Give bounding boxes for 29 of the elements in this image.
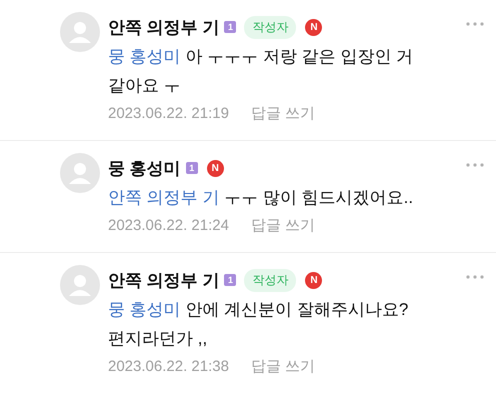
mention-link[interactable]: 안쪽 의정부 기 bbox=[108, 188, 220, 207]
level-badge: 1 bbox=[224, 21, 236, 33]
level-badge: 1 bbox=[186, 162, 198, 174]
avatar-icon bbox=[60, 153, 100, 193]
more-icon[interactable] bbox=[466, 163, 484, 167]
author-name[interactable]: 안쪽 의정부 기 bbox=[108, 268, 220, 292]
comment-date: 2023.06.22. 21:24 bbox=[108, 216, 229, 236]
new-badge: N bbox=[305, 272, 322, 288]
mention-link[interactable]: 뭉 홍성미 bbox=[108, 47, 181, 66]
author-name[interactable]: 안쪽 의정부 기 bbox=[108, 16, 220, 38]
level-badge: 1 bbox=[224, 274, 236, 286]
comment-text: 뭉 홍성미 아 ㅜㅜㅜ 저랑 같은 입장인 거 같아요 ㅜ bbox=[108, 46, 414, 97]
author-name[interactable]: 뭉 홍성미 bbox=[108, 156, 181, 180]
mention-link[interactable]: 뭉 홍성미 bbox=[108, 300, 181, 319]
writer-badge: 작성자 bbox=[244, 268, 296, 292]
new-badge: N bbox=[305, 18, 322, 36]
avatar-icon bbox=[60, 265, 100, 305]
writer-badge: 작성자 bbox=[244, 16, 296, 38]
reply-link[interactable]: 답글 쓰기 bbox=[250, 100, 316, 128]
reply-link[interactable]: 답글 쓰기 bbox=[250, 353, 316, 381]
more-icon[interactable] bbox=[466, 22, 484, 26]
more-icon[interactable] bbox=[466, 275, 484, 279]
comment-date: 2023.06.22. 21:19 bbox=[108, 104, 229, 124]
new-badge: N bbox=[206, 160, 224, 176]
avatar-icon bbox=[60, 12, 100, 52]
comment-text: 뭉 홍성미 안에 계신분이 잘해주시나요? 편지라던가 ,, bbox=[108, 299, 410, 350]
comment-text: 안쪽 의정부 기 ㅜㅜ 많이 힘드시겠어요.. bbox=[108, 187, 414, 209]
comment-date: 2023.06.22. 21:38 bbox=[108, 357, 229, 377]
reply-link[interactable]: 답글 쓰기 bbox=[250, 212, 316, 240]
